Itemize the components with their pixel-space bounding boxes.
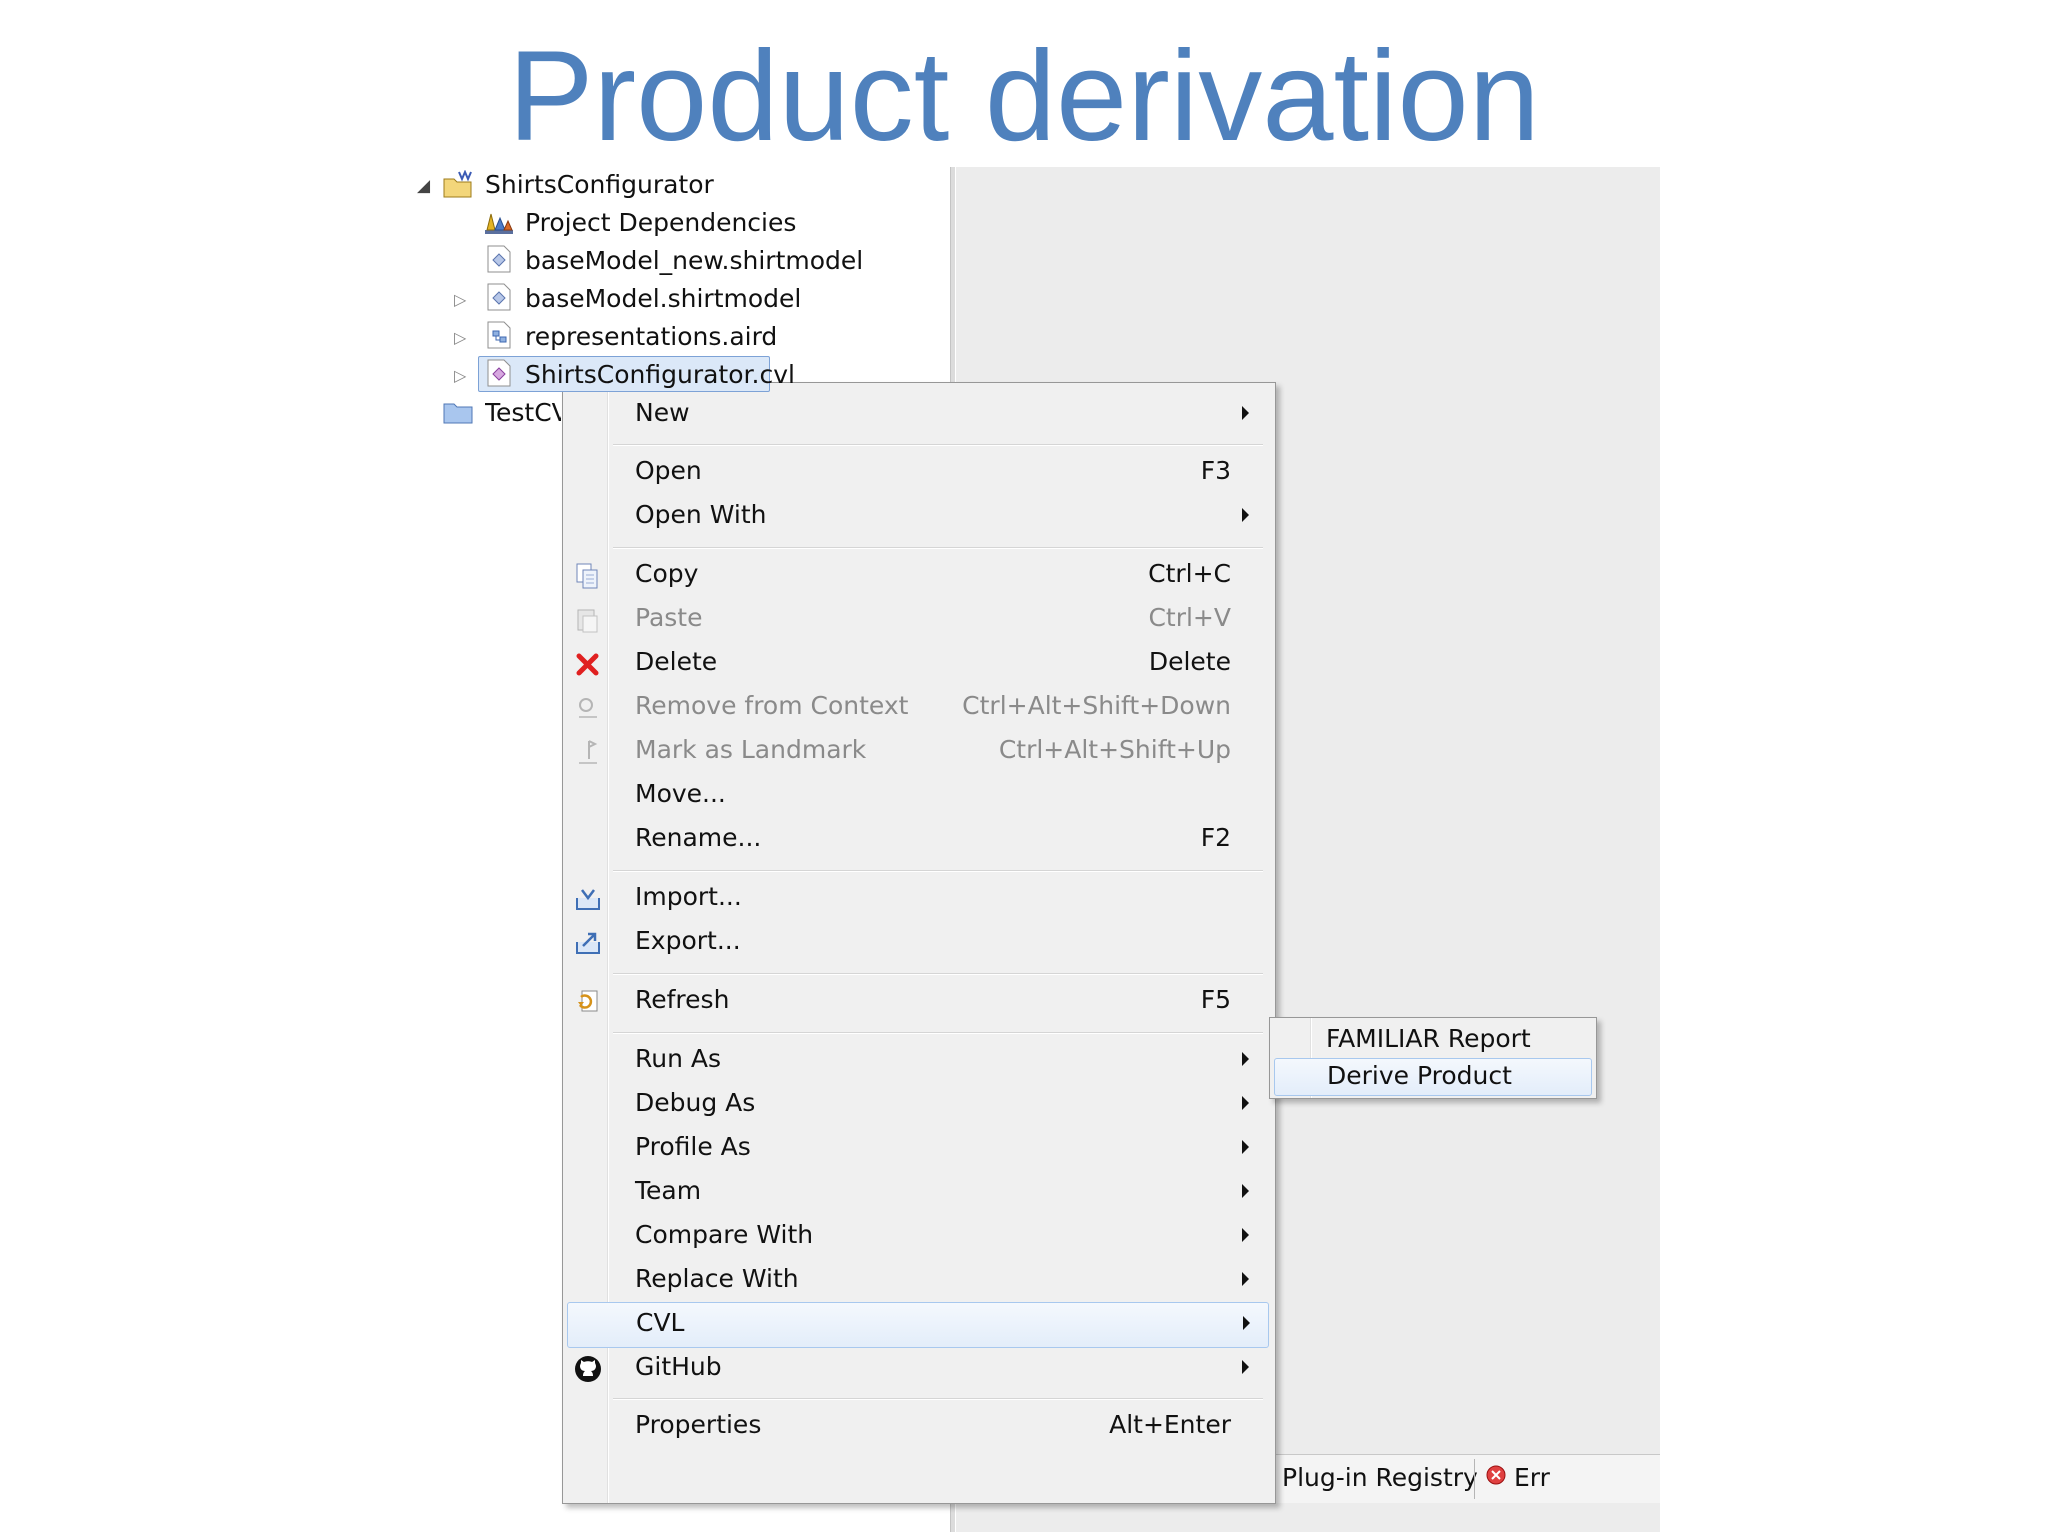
- menu-item-profile-as[interactable]: Profile As: [567, 1127, 1267, 1171]
- menu-item-debug-as[interactable]: Debug As: [567, 1083, 1267, 1127]
- error-log-icon: [1486, 1465, 1506, 1485]
- submenu-arrow-icon: [1242, 1096, 1249, 1110]
- delete-icon: [576, 653, 599, 676]
- landmark-icon: [579, 740, 598, 764]
- refresh-icon: [578, 990, 598, 1012]
- menu-item-properties[interactable]: Properties Alt+Enter: [567, 1405, 1267, 1449]
- menu-item-team[interactable]: Team: [567, 1171, 1267, 1215]
- menu-item-compare-with[interactable]: Compare With: [567, 1215, 1267, 1259]
- collapsed-arrow-icon[interactable]: ▷: [454, 290, 466, 309]
- menu-item-delete[interactable]: Delete Delete: [567, 642, 1267, 686]
- tree-item-representations-aird[interactable]: representations.aird: [525, 318, 777, 356]
- menu-item-open-with[interactable]: Open With: [567, 495, 1267, 539]
- cvl-file-icon: [487, 359, 511, 387]
- import-icon: [576, 889, 600, 910]
- representations-file-icon: [487, 321, 511, 349]
- tree-item-shirtsconfigurator[interactable]: ShirtsConfigurator: [485, 166, 714, 204]
- menu-item-import[interactable]: Import...: [567, 877, 1267, 921]
- menu-item-github[interactable]: GitHub: [567, 1347, 1267, 1391]
- tree-item-shirtsconfigurator-cvl[interactable]: ShirtsConfigurator.cvl: [525, 356, 795, 394]
- menu-item-export[interactable]: Export...: [567, 921, 1267, 965]
- menu-item-refresh[interactable]: Refresh F5: [567, 980, 1267, 1024]
- model-file-icon: [487, 245, 511, 273]
- submenu-arrow-icon: [1242, 1360, 1249, 1374]
- folder-icon: [443, 403, 473, 424]
- collapsed-arrow-icon[interactable]: ▷: [454, 366, 466, 385]
- library-icon: [485, 213, 513, 234]
- tree-item-testcv[interactable]: TestCV: [485, 394, 561, 432]
- menu-item-copy[interactable]: Copy Ctrl+C: [567, 554, 1267, 598]
- submenu-arrow-icon: [1242, 1140, 1249, 1154]
- slide-title: Product derivation: [508, 25, 1540, 168]
- submenu-item-derive-product[interactable]: Derive Product: [1274, 1058, 1592, 1096]
- error-log-tab[interactable]: Err: [1514, 1463, 1550, 1492]
- menu-item-new[interactable]: New: [567, 393, 1267, 437]
- model-file-icon: [487, 283, 511, 311]
- menu-item-rename[interactable]: Rename... F2: [567, 818, 1267, 862]
- menu-item-remove-from-context[interactable]: Remove from Context Ctrl+Alt+Shift+Down: [567, 686, 1267, 730]
- menu-item-run-as[interactable]: Run As: [567, 1039, 1267, 1083]
- copy-icon: [576, 563, 598, 589]
- menu-item-replace-with[interactable]: Replace With: [567, 1259, 1267, 1303]
- github-icon: [575, 1356, 601, 1382]
- menu-item-mark-as-landmark[interactable]: Mark as Landmark Ctrl+Alt+Shift+Up: [567, 730, 1267, 774]
- export-icon: [576, 932, 600, 954]
- submenu-item-familiar-report[interactable]: FAMILIAR Report: [1274, 1022, 1590, 1058]
- tree-item-project-dependencies[interactable]: Project Dependencies: [525, 204, 796, 242]
- menu-item-cvl[interactable]: CVL: [567, 1302, 1269, 1348]
- submenu-arrow-icon: [1242, 508, 1249, 522]
- tree-item-basemodel-shirtmodel[interactable]: baseModel.shirtmodel: [525, 280, 801, 318]
- menu-item-move[interactable]: Move...: [567, 774, 1267, 818]
- submenu-arrow-icon: [1242, 1184, 1249, 1198]
- context-menu: New Open F3 Open With Copy Ctrl+C Paste …: [562, 382, 1276, 1504]
- cvl-submenu: FAMILIAR Report Derive Product: [1269, 1017, 1597, 1099]
- collapsed-arrow-icon[interactable]: ▷: [454, 328, 466, 347]
- plugin-registry-tab[interactable]: Plug-in Registry: [1282, 1463, 1478, 1492]
- menu-item-paste[interactable]: Paste Ctrl+V: [567, 598, 1267, 642]
- menu-item-open[interactable]: Open F3: [567, 451, 1267, 495]
- paste-icon: [577, 609, 598, 633]
- project-folder-icon: [443, 170, 472, 198]
- submenu-arrow-icon: [1242, 1052, 1249, 1066]
- expanded-arrow-icon[interactable]: ◢: [417, 176, 430, 196]
- submenu-arrow-icon: [1242, 1228, 1249, 1242]
- tree-item-basemodel-new-shirtmodel[interactable]: baseModel_new.shirtmodel: [525, 242, 863, 280]
- remove-context-icon: [579, 698, 597, 718]
- submenu-arrow-icon: [1242, 1272, 1249, 1286]
- submenu-arrow-icon: [1242, 406, 1249, 420]
- submenu-arrow-icon: [1243, 1316, 1250, 1330]
